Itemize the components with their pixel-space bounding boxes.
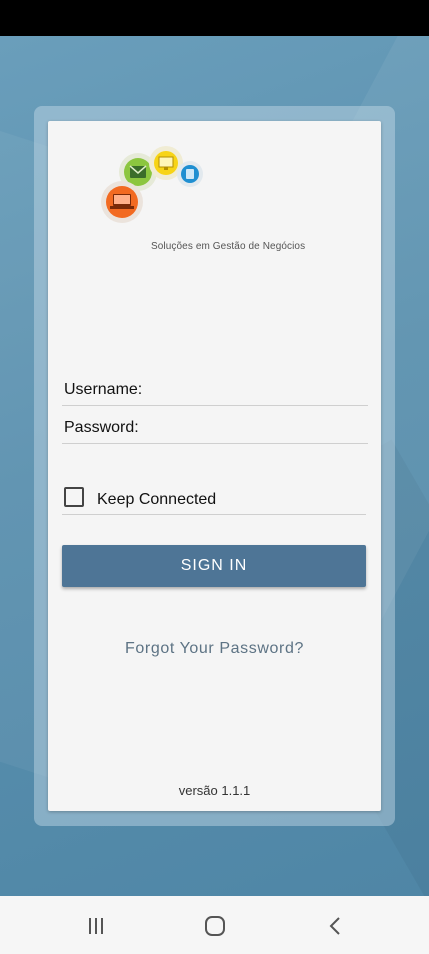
username-label: Username: bbox=[64, 381, 143, 398]
recents-icon bbox=[89, 918, 103, 934]
brand-logo bbox=[101, 146, 203, 223]
keep-connected-row[interactable]: Keep Connected bbox=[62, 483, 366, 515]
recents-button[interactable] bbox=[66, 906, 126, 946]
username-field: Username: bbox=[62, 376, 368, 406]
password-field: Password: bbox=[62, 414, 368, 444]
brand-tagline: Soluções em Gestão de Negócios bbox=[151, 241, 306, 252]
status-bar bbox=[0, 0, 429, 36]
version-label: versão 1.1.1 bbox=[178, 783, 251, 798]
keep-connected-checkbox[interactable] bbox=[64, 487, 84, 507]
system-nav-bar bbox=[0, 896, 429, 954]
password-input[interactable] bbox=[148, 416, 368, 440]
sign-in-button[interactable]: SIGN IN bbox=[62, 545, 366, 587]
laptop-icon bbox=[101, 181, 143, 223]
keep-connected-label[interactable]: Keep Connected bbox=[97, 491, 216, 509]
password-label: Password: bbox=[64, 419, 139, 436]
home-icon bbox=[205, 916, 225, 936]
login-card: Soluções em Gestão de Negócios Username:… bbox=[48, 121, 381, 811]
back-icon bbox=[329, 917, 340, 935]
back-button[interactable] bbox=[306, 906, 366, 946]
username-input[interactable] bbox=[148, 378, 368, 402]
phone-icon bbox=[177, 161, 203, 187]
home-button[interactable] bbox=[185, 906, 245, 946]
forgot-password-link[interactable]: Forgot Your Password? bbox=[48, 640, 381, 658]
